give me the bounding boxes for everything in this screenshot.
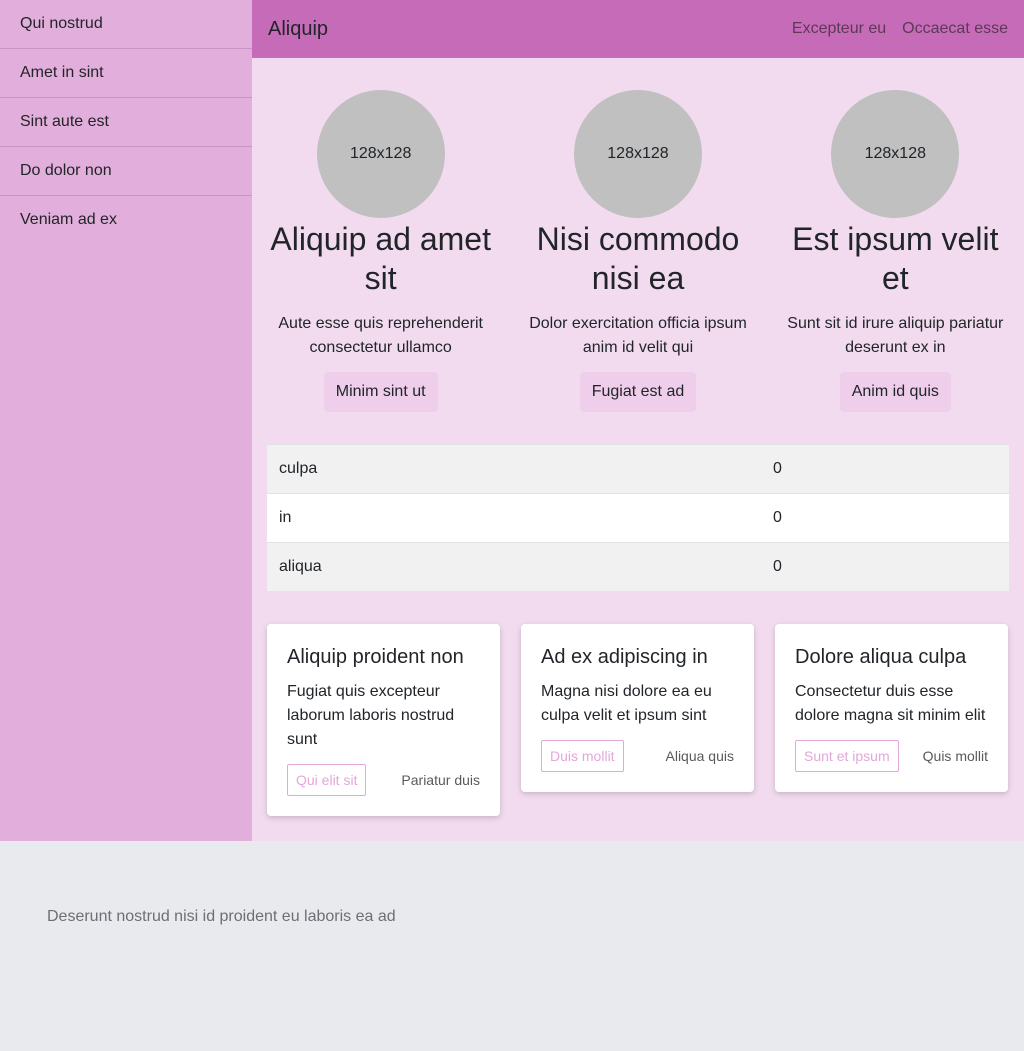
table-cell-value: 0 <box>761 444 1009 494</box>
feature-heading: Est ipsum velit et <box>792 221 999 296</box>
card-text: Magna nisi dolore ea eu culpa velit et i… <box>541 683 712 724</box>
feature-heading: Nisi commodo nisi ea <box>536 221 740 296</box>
card-primary-button[interactable]: Sunt et ipsum <box>795 740 899 772</box>
card-actions: Duis mollit Aliqua quis <box>541 740 734 772</box>
footer-text: Deserunt nostrud nisi id proident eu lab… <box>47 908 396 925</box>
card: Dolore aliqua culpa Consectetur duis ess… <box>775 624 1008 792</box>
sidebar: Qui nostrud Amet in sint Sint aute est D… <box>0 0 252 841</box>
table-cell-name: culpa <box>267 444 761 494</box>
table-row: aliqua 0 <box>267 542 1009 591</box>
card-text: Consectetur duis esse dolore magna sit m… <box>795 683 986 724</box>
card-actions: Sunt et ipsum Quis mollit <box>795 740 988 772</box>
table-cell-value: 0 <box>761 542 1009 591</box>
feature-text: Aute esse quis reprehenderit consectetur… <box>278 315 483 356</box>
top-nav-links: Excepteur eu Occaecat esse <box>792 20 1008 38</box>
card-actions: Qui elit sit Pariatur duis <box>287 764 480 796</box>
data-table: culpa 0 in 0 aliqua 0 <box>267 444 1009 591</box>
table-cell-name: in <box>267 493 761 543</box>
feature-heading: Aliquip ad amet sit <box>270 221 491 296</box>
avatar-size-label: 128x128 <box>607 145 669 162</box>
card-secondary-button[interactable]: Pariatur duis <box>401 772 480 788</box>
feature-button[interactable]: Anim id quis <box>839 372 951 412</box>
feature-button[interactable]: Fugiat est ad <box>579 372 697 412</box>
nav-link-excepteur-eu[interactable]: Excepteur eu <box>792 20 886 38</box>
card-secondary-button[interactable]: Aliqua quis <box>666 748 735 764</box>
feature-column: 128x128 Est ipsum velit et Sunt sit id i… <box>767 90 1024 412</box>
table-cell-value: 0 <box>761 493 1009 543</box>
top-navbar: Aliquip Excepteur eu Occaecat esse <box>252 0 1024 58</box>
card-section: Aliquip proident non Fugiat quis excepte… <box>267 624 1009 816</box>
card: Aliquip proident non Fugiat quis excepte… <box>267 624 500 816</box>
card-title: Dolore aliqua culpa <box>795 646 967 668</box>
sidebar-item-veniam-ad-ex[interactable]: Veniam ad ex <box>0 196 252 244</box>
table-cell-name: aliqua <box>267 542 761 591</box>
card-secondary-button[interactable]: Quis mollit <box>923 748 988 764</box>
brand-title[interactable]: Aliquip <box>268 18 328 41</box>
sidebar-item-amet-in-sint[interactable]: Amet in sint <box>0 49 252 98</box>
feature-button[interactable]: Minim sint ut <box>323 372 438 412</box>
avatar-placeholder: 128x128 <box>573 90 702 218</box>
avatar-placeholder: 128x128 <box>831 90 960 218</box>
sidebar-item-qui-nostrud[interactable]: Qui nostrud <box>0 0 252 49</box>
card-text: Fugiat quis excepteur laborum laboris no… <box>287 683 455 748</box>
card-primary-button[interactable]: Duis mollit <box>541 740 624 772</box>
sidebar-item-do-dolor-non[interactable]: Do dolor non <box>0 147 252 196</box>
avatar-size-label: 128x128 <box>864 145 926 162</box>
sidebar-item-sint-aute-est[interactable]: Sint aute est <box>0 98 252 147</box>
card-title: Aliquip proident non <box>287 646 464 668</box>
feature-column: 128x128 Aliquip ad amet sit Aute esse qu… <box>252 90 509 412</box>
table-row: culpa 0 <box>267 444 1009 494</box>
feature-column: 128x128 Nisi commodo nisi ea Dolor exerc… <box>509 90 766 412</box>
card-title: Ad ex adipiscing in <box>541 646 708 668</box>
avatar-size-label: 128x128 <box>349 145 412 162</box>
feature-section: 128x128 Aliquip ad amet sit Aute esse qu… <box>252 58 1024 412</box>
table-row: in 0 <box>267 493 1009 543</box>
app-layout: Qui nostrud Amet in sint Sint aute est D… <box>0 0 1024 841</box>
main-content: Aliquip Excepteur eu Occaecat esse 128x1… <box>252 0 1024 841</box>
card: Ad ex adipiscing in Magna nisi dolore ea… <box>521 624 754 792</box>
feature-text: Dolor exercitation officia ipsum anim id… <box>529 315 747 356</box>
card-primary-button[interactable]: Qui elit sit <box>287 764 367 796</box>
page-footer: Deserunt nostrud nisi id proident eu lab… <box>0 841 1024 1051</box>
avatar-placeholder: 128x128 <box>316 90 445 218</box>
feature-text: Sunt sit id irure aliquip pariatur deser… <box>787 315 1004 356</box>
nav-link-occaecat-esse[interactable]: Occaecat esse <box>902 20 1008 38</box>
